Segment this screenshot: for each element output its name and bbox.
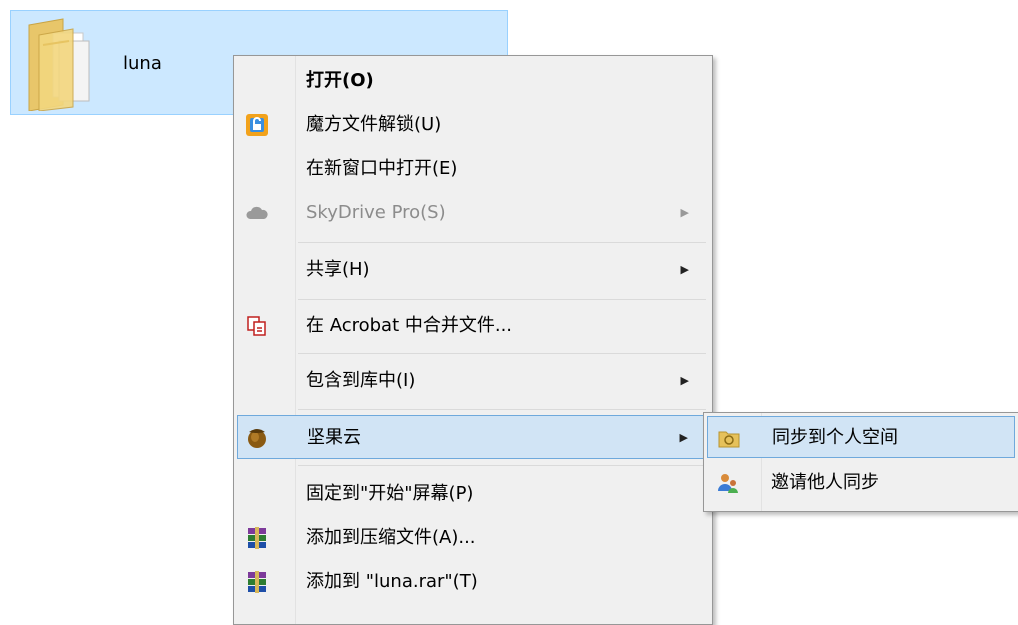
nut-icon [248, 429, 266, 448]
menu-item-label: 在 Acrobat 中合并文件... [306, 315, 513, 336]
jianguoyun-submenu: 同步到个人空间 邀请他人同步 [703, 412, 1018, 512]
menu-item-open[interactable]: 打开(O) [237, 59, 709, 103]
menu-item-skydrive-pro[interactable]: SkyDrive Pro(S) ▶ [237, 191, 709, 235]
menu-item-label: 魔方文件解锁(U) [306, 114, 442, 135]
menu-item-label: SkyDrive Pro(S) [306, 202, 446, 223]
winrar-icon [248, 571, 266, 593]
menu-item-add-to-archive[interactable]: 添加到压缩文件(A)... [237, 516, 709, 560]
menu-item-open-new-window[interactable]: 在新窗口中打开(E) [237, 147, 709, 191]
menu-item-label: 打开(O) [306, 70, 374, 91]
menu-separator [298, 465, 706, 466]
menu-item-pin-to-start[interactable]: 固定到"开始"屏幕(P) [237, 472, 709, 516]
invite-users-icon [718, 474, 738, 493]
menu-item-label: 包含到库中(I) [306, 370, 416, 391]
menu-item-label: 固定到"开始"屏幕(P) [306, 483, 474, 504]
menu-item-share[interactable]: 共享(H) ▶ [237, 248, 709, 292]
menu-item-jianguoyun[interactable]: 坚果云 ▶ [237, 415, 709, 459]
menu-item-label: 坚果云 [307, 427, 361, 448]
submenu-arrow-icon: ▶ [680, 263, 689, 276]
submenu-arrow-icon: ▶ [680, 374, 689, 387]
menu-item-label: 添加到压缩文件(A)... [306, 527, 476, 548]
menu-separator [298, 409, 706, 410]
menu-item-label: 共享(H) [306, 259, 370, 280]
menu-separator [298, 299, 706, 300]
folder-icon [28, 18, 90, 111]
submenu-arrow-icon: ▶ [679, 431, 688, 444]
winrar-icon [248, 527, 266, 549]
cloud-icon [246, 206, 268, 219]
submenu-arrow-icon: ▶ [680, 206, 689, 219]
menu-item-label: 添加到 "luna.rar"(T) [306, 571, 478, 592]
menu-item-add-to-luna-rar[interactable]: 添加到 "luna.rar"(T) [237, 560, 709, 604]
unlock-icon [246, 114, 268, 136]
sync-folder-icon [718, 431, 740, 448]
folder-name: luna [123, 53, 162, 74]
menu-item-label: 在新窗口中打开(E) [306, 158, 458, 179]
menu-item-acrobat-merge[interactable]: 在 Acrobat 中合并文件... [237, 304, 709, 348]
submenu-item-label: 同步到个人空间 [772, 427, 898, 448]
submenu-item-label: 邀请他人同步 [771, 472, 879, 493]
context-menu: 打开(O) 魔方文件解锁(U) 在新窗口中打开(E) SkyDrive Pro(… [233, 55, 713, 625]
menu-separator [298, 242, 706, 243]
menu-item-include-in-library[interactable]: 包含到库中(I) ▶ [237, 359, 709, 403]
menu-separator [298, 353, 706, 354]
submenu-item-invite-sync[interactable]: 邀请他人同步 [707, 462, 1015, 504]
menu-item-mofang-unlock[interactable]: 魔方文件解锁(U) [237, 103, 709, 147]
submenu-item-sync-personal[interactable]: 同步到个人空间 [707, 416, 1015, 458]
acrobat-icon [247, 316, 266, 336]
